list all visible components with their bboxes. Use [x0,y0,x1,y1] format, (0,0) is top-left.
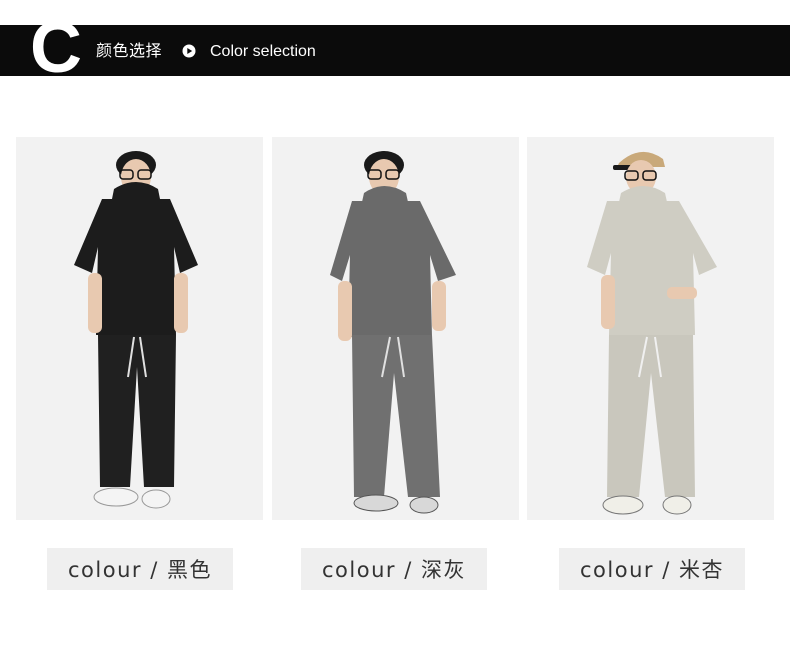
product-photo-black [16,137,263,520]
color-label-beige[interactable]: colour / 米杏 [559,548,745,590]
color-label-black[interactable]: colour / 黑色 [47,548,233,590]
model-figure [272,137,519,520]
color-label-text: colour / 黑色 [68,558,212,582]
section-title-en: Color selection [210,43,316,60]
section-title-cn: 颜色选择 [96,41,163,60]
model-figure [16,137,263,520]
section-letter: C [30,8,82,88]
color-label-gray[interactable]: colour / 深灰 [301,548,487,590]
color-label-text: colour / 米杏 [580,558,724,582]
product-photo-beige [527,137,774,520]
model-figure [527,137,774,520]
play-circle-icon [182,44,196,58]
product-photo-gray [272,137,519,520]
color-label-text: colour / 深灰 [322,558,466,582]
